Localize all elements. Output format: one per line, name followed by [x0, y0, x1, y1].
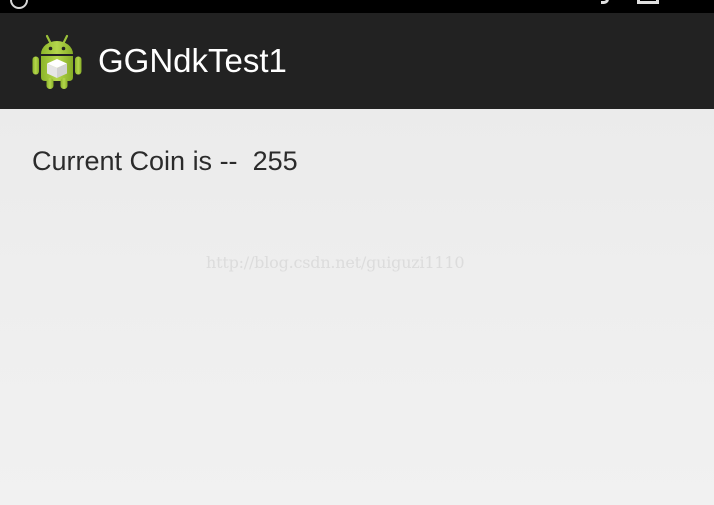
coin-label: Current Coin is --	[32, 146, 238, 176]
battery-icon	[637, 0, 659, 4]
android-robot-icon[interactable]	[31, 32, 83, 90]
status-bar	[0, 0, 714, 13]
action-bar: GGNdkTest1	[0, 13, 714, 109]
notification-icon	[10, 0, 28, 9]
coin-text: Current Coin is -- 255	[32, 145, 298, 177]
app-title: GGNdkTest1	[98, 42, 287, 79]
coin-value: 255	[252, 146, 298, 176]
watermark: http://blog.csdn.net/guiguzi1110	[206, 253, 465, 272]
wifi-icon	[601, 0, 609, 4]
